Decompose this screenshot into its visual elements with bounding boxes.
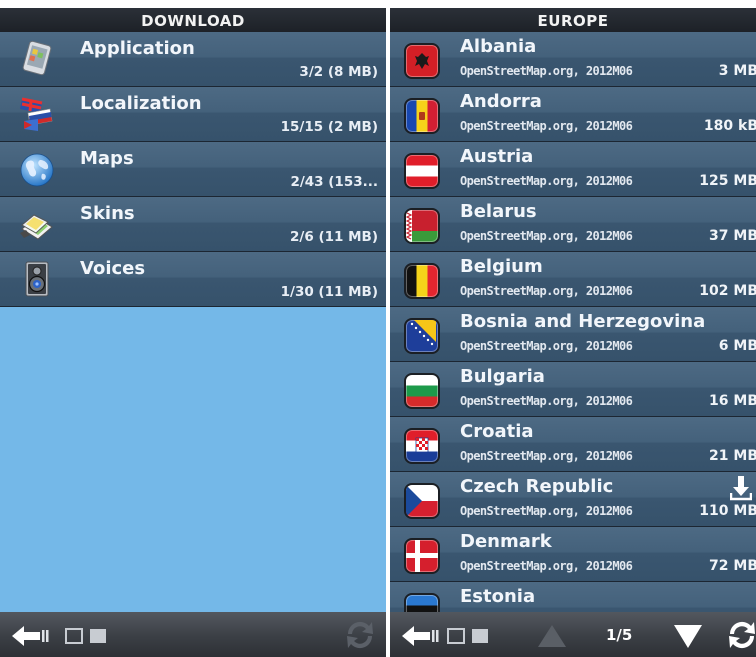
country-source: OpenStreetMap.org, 2012M06	[460, 339, 633, 353]
albania-flag-icon	[404, 43, 440, 79]
country-row-andorra[interactable]: Andorra OpenStreetMap.org, 2012M06 180 k…	[390, 87, 756, 142]
category-voices[interactable]: Voices 1/30 (11 MB)	[0, 252, 386, 307]
croatia-flag-icon	[404, 428, 440, 464]
country-source: OpenStreetMap.org, 2012M06	[460, 449, 633, 463]
country-size: 16 MB	[709, 393, 756, 409]
austria-flag-icon	[404, 153, 440, 189]
country-row-bulgaria[interactable]: Bulgaria OpenStreetMap.org, 2012M06 16 M…	[390, 362, 756, 417]
country-name: Andorra	[460, 91, 542, 112]
back-arrow-icon[interactable]	[10, 625, 58, 647]
country-row-belgium[interactable]: Belgium OpenStreetMap.org, 2012M06 102 M…	[390, 252, 756, 307]
country-size: 21 MB	[709, 448, 756, 464]
speaker-icon	[25, 261, 49, 297]
category-amount: 3/2 (8 MB)	[299, 64, 378, 80]
category-amount: 2/43 (153...	[290, 174, 378, 190]
country-name: Denmark	[460, 531, 552, 552]
country-name: Czech Republic	[460, 476, 614, 497]
country-name: Albania	[460, 36, 537, 57]
application-icon	[22, 40, 52, 76]
country-size: 3 MB	[718, 63, 756, 79]
country-size: 180 kB	[703, 118, 756, 134]
download-footer	[0, 612, 386, 657]
country-source: OpenStreetMap.org, 2012M06	[460, 229, 633, 243]
refresh-icon[interactable]	[724, 618, 756, 652]
category-title: Maps	[80, 148, 134, 169]
category-title: Skins	[80, 203, 135, 224]
czech-republic-flag-icon	[404, 483, 440, 519]
category-maps[interactable]: Maps 2/43 (153...	[0, 142, 386, 197]
country-name: Estonia	[460, 586, 536, 607]
category-amount: 2/6 (11 MB)	[290, 229, 378, 245]
category-application[interactable]: Application 3/2 (8 MB)	[0, 32, 386, 87]
andorra-flag-icon	[404, 98, 440, 134]
download-panel: DOWNLOAD Application 3/2 (8 MB) Localiza…	[0, 0, 386, 657]
country-row-croatia[interactable]: Croatia OpenStreetMap.org, 2012M06 21 MB	[390, 417, 756, 472]
country-source: OpenStreetMap.org, 2012M06	[460, 284, 633, 298]
category-localization[interactable]: Localization 15/15 (2 MB)	[0, 87, 386, 142]
bosnia-flag-icon	[404, 318, 440, 354]
country-row-belarus[interactable]: Belarus OpenStreetMap.org, 2012M06 37 MB	[390, 197, 756, 252]
view-toggle-icon[interactable]	[446, 627, 494, 645]
country-name: Croatia	[460, 421, 534, 442]
triangle-down-icon[interactable]	[672, 622, 704, 650]
country-size: 110 MB	[699, 503, 756, 519]
category-title: Application	[80, 38, 195, 59]
country-source: OpenStreetMap.org, 2012M06	[460, 174, 633, 188]
back-arrow-icon[interactable]	[400, 625, 448, 647]
category-amount: 1/30 (11 MB)	[280, 284, 378, 300]
country-size: 102 MB	[699, 283, 756, 299]
country-name: Belarus	[460, 201, 537, 222]
page-indicator: 1/5	[606, 626, 633, 644]
skins-icon	[20, 214, 53, 240]
europe-panel: EUROPE Albania OpenStreetMap.org, 2012M0…	[390, 0, 756, 657]
bulgaria-flag-icon	[404, 373, 440, 409]
triangle-up-icon[interactable]	[536, 623, 568, 649]
country-name: Bosnia and Herzegovina	[460, 311, 706, 332]
country-source: OpenStreetMap.org, 2012M06	[460, 504, 633, 518]
country-size: 37 MB	[709, 228, 756, 244]
country-row-czech-republic[interactable]: Czech Republic OpenStreetMap.org, 2012M0…	[390, 472, 756, 527]
country-source: OpenStreetMap.org, 2012M06	[460, 559, 633, 573]
europe-footer: 1/5	[390, 612, 756, 657]
country-row-austria[interactable]: Austria OpenStreetMap.org, 2012M06 125 M…	[390, 142, 756, 197]
country-name: Belgium	[460, 256, 543, 277]
category-skins[interactable]: Skins 2/6 (11 MB)	[0, 197, 386, 252]
belgium-flag-icon	[404, 263, 440, 299]
belarus-flag-icon	[404, 208, 440, 244]
download-category-list: Application 3/2 (8 MB) Localization 15/1…	[0, 32, 386, 307]
country-size: 125 MB	[699, 173, 756, 189]
country-list: Albania OpenStreetMap.org, 2012M06 3 MB …	[390, 32, 756, 637]
country-size: 72 MB	[709, 558, 756, 574]
download-icon[interactable]	[730, 475, 752, 501]
country-name: Austria	[460, 146, 534, 167]
country-source: OpenStreetMap.org, 2012M06	[460, 119, 633, 133]
country-size: 6 MB	[718, 338, 756, 354]
country-row-bosnia[interactable]: Bosnia and Herzegovina OpenStreetMap.org…	[390, 307, 756, 362]
category-title: Voices	[80, 258, 146, 279]
europe-header: EUROPE	[390, 0, 756, 32]
download-header: DOWNLOAD	[0, 0, 386, 32]
localization-flags-icon	[20, 97, 53, 131]
view-toggle-icon[interactable]	[64, 627, 112, 645]
country-row-denmark[interactable]: Denmark OpenStreetMap.org, 2012M06 72 MB	[390, 527, 756, 582]
country-name: Bulgaria	[460, 366, 545, 387]
country-source: OpenStreetMap.org, 2012M06	[460, 64, 633, 78]
category-amount: 15/15 (2 MB)	[280, 119, 378, 135]
refresh-icon[interactable]	[342, 618, 378, 652]
globe-icon	[20, 153, 54, 187]
category-title: Localization	[80, 93, 202, 114]
country-source: OpenStreetMap.org, 2012M06	[460, 394, 633, 408]
country-row-albania[interactable]: Albania OpenStreetMap.org, 2012M06 3 MB	[390, 32, 756, 87]
denmark-flag-icon	[404, 538, 440, 574]
